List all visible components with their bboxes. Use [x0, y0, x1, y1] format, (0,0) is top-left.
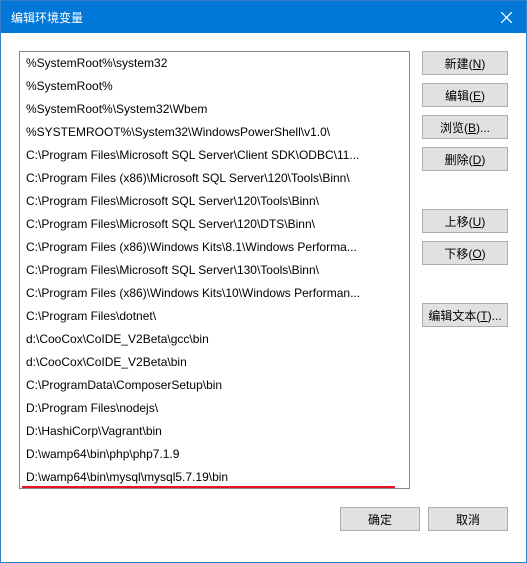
path-entry[interactable]: C:\Program Files (x86)\Microsoft SQL Ser… [20, 167, 409, 190]
movedown-button[interactable]: 下移(O) [422, 241, 508, 265]
browse-button[interactable]: 浏览(B)... [422, 115, 508, 139]
path-entry[interactable]: %SystemRoot%\System32\Wbem [20, 98, 409, 121]
ok-button[interactable]: 确定 [340, 507, 420, 531]
path-entry[interactable]: C:\ProgramData\ComposerSetup\bin [20, 374, 409, 397]
close-button[interactable] [486, 1, 526, 33]
dialog-footer: 确定 取消 [1, 489, 526, 549]
path-entry[interactable]: %SystemRoot% [20, 75, 409, 98]
path-entry[interactable]: d:\CooCox\CoIDE_V2Beta\gcc\bin [20, 328, 409, 351]
path-entry[interactable]: D:\Program Files\nodejs\ [20, 397, 409, 420]
new-button[interactable]: 新建(N) [422, 51, 508, 75]
path-entry[interactable]: D:\wamp64\bin\mysql\mysql5.7.19\bin [20, 466, 409, 489]
path-entry[interactable]: C:\Program Files (x86)\Windows Kits\8.1\… [20, 236, 409, 259]
path-entry[interactable]: C:\Program Files\Microsoft SQL Server\12… [20, 190, 409, 213]
moveup-button[interactable]: 上移(U) [422, 209, 508, 233]
path-entry[interactable]: D:\wamp64\bin\php\php7.1.9 [20, 443, 409, 466]
path-entry[interactable]: C:\Program Files\Microsoft SQL Server\12… [20, 213, 409, 236]
path-entry[interactable]: %SystemRoot%\system32 [20, 52, 409, 75]
path-entry[interactable]: d:\CooCox\CoIDE_V2Beta\bin [20, 351, 409, 374]
path-listbox[interactable]: %SystemRoot%\system32%SystemRoot%%System… [19, 51, 410, 489]
titlebar: 编辑环境变量 [1, 1, 526, 33]
edittext-button[interactable]: 编辑文本(T)... [422, 303, 508, 327]
edit-button[interactable]: 编辑(E) [422, 83, 508, 107]
path-entry[interactable]: %SYSTEMROOT%\System32\WindowsPowerShell\… [20, 121, 409, 144]
path-entry[interactable]: C:\Program Files\dotnet\ [20, 305, 409, 328]
path-entry[interactable]: C:\Program Files\Microsoft SQL Server\Cl… [20, 144, 409, 167]
path-entry[interactable]: C:\Program Files (x86)\Windows Kits\10\W… [20, 282, 409, 305]
delete-button[interactable]: 删除(D) [422, 147, 508, 171]
path-entry[interactable]: C:\Program Files\Microsoft SQL Server\13… [20, 259, 409, 282]
close-icon [501, 12, 512, 23]
cancel-button[interactable]: 取消 [428, 507, 508, 531]
path-entry[interactable]: D:\HashiCorp\Vagrant\bin [20, 420, 409, 443]
window-title: 编辑环境变量 [11, 9, 83, 26]
side-buttons: 新建(N) 编辑(E) 浏览(B)... 删除(D) 上移(U) 下移(O) 编… [422, 51, 508, 489]
